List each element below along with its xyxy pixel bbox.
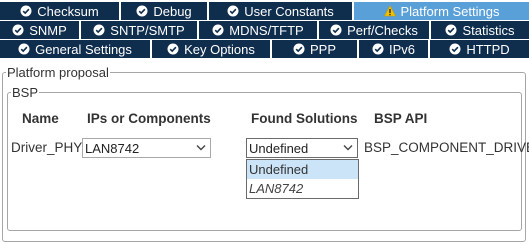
check-circle-icon <box>212 24 224 36</box>
tab-label: Debug <box>153 3 192 19</box>
tab-row-2: SNMP SNTP/SMTP MDNS/TFTP Perf/Checks Sta… <box>0 21 529 40</box>
tab-checksum[interactable]: Checksum <box>0 2 119 20</box>
tab-label: MDNS/TFTP <box>229 22 304 38</box>
dropdown-option-lan8742[interactable]: LAN8742 <box>247 179 358 198</box>
check-circle-icon <box>93 24 105 36</box>
tab-label: Platform Settings <box>400 3 500 19</box>
tab-perf-checks[interactable]: Perf/Checks <box>319 21 429 39</box>
tab-httpd[interactable]: HTTPD <box>430 40 529 58</box>
check-circle-icon <box>372 43 384 55</box>
tab-label: IPv6 <box>388 41 415 57</box>
tab-platform-settings[interactable]: Platform Settings <box>354 2 529 20</box>
check-circle-icon <box>167 43 179 55</box>
tab-debug[interactable]: Debug <box>121 2 207 20</box>
tab-label: SNMP <box>29 22 67 38</box>
tab-label: General Settings <box>35 41 132 57</box>
ip-component-value: LAN8742 <box>85 140 140 156</box>
ip-component-select[interactable]: LAN8742 <box>82 138 211 158</box>
warning-triangle-icon <box>383 5 396 17</box>
tab-mdns-tftp[interactable]: MDNS/TFTP <box>199 21 317 39</box>
check-circle-icon <box>20 5 32 17</box>
column-header-name: Name <box>22 111 59 126</box>
tab-general-settings[interactable]: General Settings <box>0 40 150 58</box>
row-name: Driver_PHY <box>11 140 83 155</box>
tab-label: HTTPD <box>466 41 510 57</box>
column-header-ips: IPs or Components <box>87 111 211 126</box>
chevron-down-icon <box>196 144 206 152</box>
check-circle-icon <box>449 43 461 55</box>
tab-row-3: General Settings Key Options PPP IPv6 HT… <box>0 40 529 59</box>
found-solutions-select[interactable]: Undefined <box>246 138 358 158</box>
chevron-down-icon <box>343 144 353 152</box>
check-circle-icon <box>293 43 305 55</box>
tab-statistics[interactable]: Statistics <box>431 21 529 39</box>
tab-snmp[interactable]: SNMP <box>0 21 79 39</box>
bsp-group-label: BSP <box>11 85 40 100</box>
check-circle-icon <box>445 24 457 36</box>
found-solutions-value: Undefined <box>249 140 309 156</box>
row-bsp-api: BSP_COMPONENT_DRIVER <box>364 140 529 155</box>
check-circle-icon <box>18 43 30 55</box>
tab-label: Key Options <box>184 41 255 57</box>
check-circle-icon <box>227 5 239 17</box>
tab-label: SNTP/SMTP <box>110 22 185 38</box>
tab-key-options[interactable]: Key Options <box>152 40 270 58</box>
tab-label: User Constants <box>244 3 334 19</box>
dropdown-option-undefined[interactable]: Undefined <box>247 160 358 179</box>
tab-label: PPP <box>309 41 336 57</box>
tab-ppp[interactable]: PPP <box>272 40 357 58</box>
check-circle-icon <box>330 24 342 36</box>
tab-label: Statistics <box>462 22 515 38</box>
check-circle-icon <box>12 24 24 36</box>
tab-user-constants[interactable]: User Constants <box>209 2 352 20</box>
column-header-found: Found Solutions <box>251 111 358 126</box>
tab-row-1: Checksum Debug User Constants Platform S… <box>0 2 529 21</box>
tab-label: Checksum <box>37 3 99 19</box>
column-header-api: BSP API <box>374 111 428 126</box>
platform-proposal-label: Platform proposal <box>6 65 110 80</box>
tab-ipv6[interactable]: IPv6 <box>359 40 428 58</box>
found-solutions-dropdown: Undefined LAN8742 <box>246 159 359 199</box>
check-circle-icon <box>136 5 148 17</box>
tab-label: Perf/Checks <box>347 22 418 38</box>
tab-sntp-smtp[interactable]: SNTP/SMTP <box>81 21 197 39</box>
